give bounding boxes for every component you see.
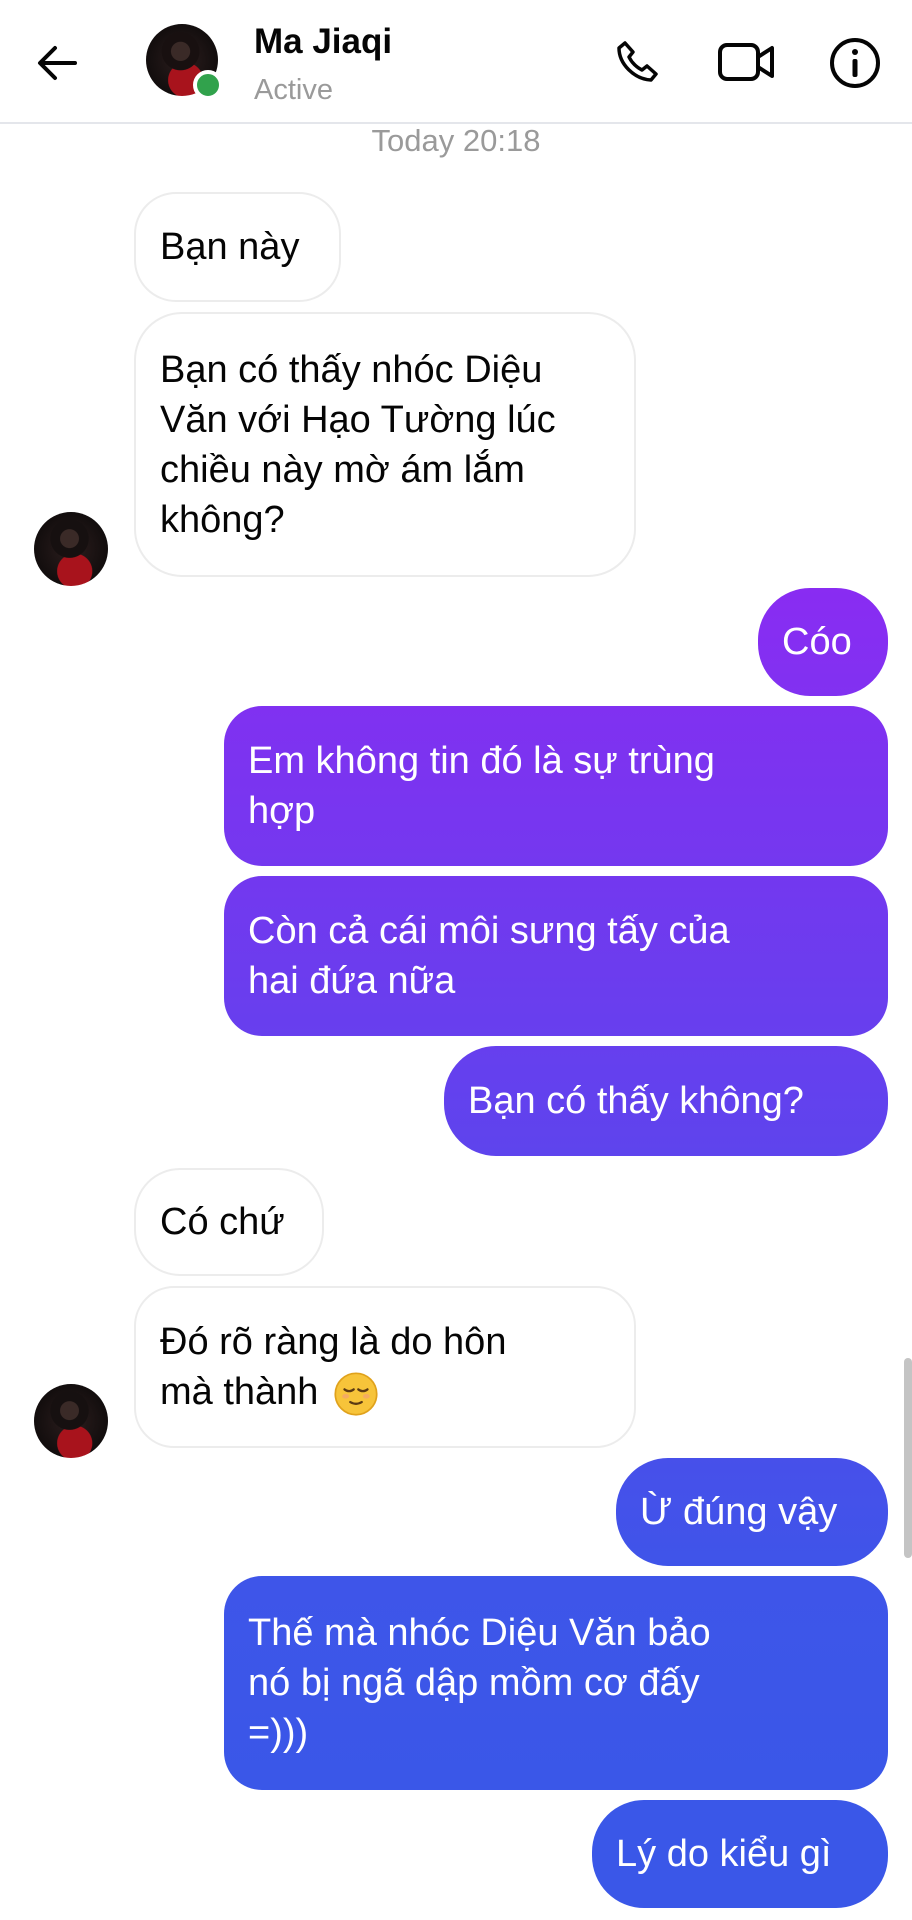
message-text: Thế mà nhóc Diệu Văn bảo nó bị ngã dập mồ… bbox=[248, 1608, 711, 1758]
scrollbar[interactable] bbox=[904, 1358, 912, 1558]
message-line: mà thành bbox=[160, 1367, 506, 1417]
video-call-button[interactable] bbox=[716, 34, 778, 90]
message-text: Cóo bbox=[782, 617, 852, 667]
message-line: Em không tin đó là sự trùng bbox=[248, 740, 715, 782]
message-line: Cóo bbox=[782, 621, 852, 663]
message-line: Bạn có thấy nhóc Diệu bbox=[160, 348, 543, 391]
message-line: Ừ đúng vậy bbox=[640, 1491, 838, 1533]
outgoing-message[interactable]: Lý do kiểu gì bbox=[592, 1800, 888, 1908]
outgoing-message[interactable]: Thế mà nhóc Diệu Văn bảo nó bị ngã dập mồ… bbox=[224, 1576, 888, 1790]
message-line: Bạn có thấy không? bbox=[468, 1080, 804, 1122]
message-line: =))) bbox=[248, 1712, 309, 1754]
message-text: Có chứ bbox=[160, 1197, 285, 1247]
outgoing-message[interactable]: Cóo bbox=[758, 588, 888, 696]
contact-status: Active bbox=[254, 74, 333, 106]
message-text: Bạn có thấy không? bbox=[468, 1076, 804, 1126]
back-button[interactable] bbox=[30, 36, 84, 90]
incoming-message[interactable]: Bạn có thấy nhóc Diệu Văn với Hạo Tường l… bbox=[134, 312, 636, 577]
message-text: Đó rõ ràng là do hôn mà thành bbox=[160, 1317, 506, 1417]
message-line: nó bị ngã dập mồm cơ đấy bbox=[248, 1662, 700, 1704]
message-line: Bạn này bbox=[160, 226, 300, 268]
message-text: Bạn có thấy nhóc Diệu Văn với Hạo Tường l… bbox=[160, 345, 556, 545]
message-line: Có chứ bbox=[160, 1201, 285, 1243]
outgoing-message[interactable]: Ừ đúng vậy bbox=[616, 1458, 888, 1566]
message-line: Đó rõ ràng là do hôn bbox=[160, 1321, 507, 1363]
message-text: Em không tin đó là sự trùng hợp bbox=[248, 736, 715, 836]
message-line: hai đứa nữa bbox=[248, 960, 456, 1002]
incoming-message[interactable]: Có chứ bbox=[134, 1168, 324, 1276]
relieved-face-emoji bbox=[334, 1372, 378, 1416]
sender-avatar[interactable] bbox=[34, 1384, 108, 1458]
info-icon bbox=[830, 38, 880, 88]
message-line: không? bbox=[160, 498, 285, 541]
online-indicator bbox=[193, 70, 223, 100]
info-button[interactable] bbox=[826, 34, 884, 92]
outgoing-message[interactable]: Bạn có thấy không? bbox=[444, 1046, 888, 1156]
message-line: hợp bbox=[248, 790, 316, 832]
call-button[interactable] bbox=[608, 34, 664, 90]
sender-avatar[interactable] bbox=[34, 512, 108, 586]
contact-name[interactable]: Ma Jiaqi bbox=[254, 22, 392, 62]
phone-icon bbox=[617, 41, 658, 82]
message-line: Còn cả cái môi sưng tấy của bbox=[248, 910, 730, 952]
chat-header: Ma Jiaqi Active bbox=[0, 0, 912, 124]
message-line: Thế mà nhóc Diệu Văn bảo bbox=[248, 1612, 711, 1654]
message-line: chiều này mờ ám lắm bbox=[160, 448, 525, 491]
message-text: Lý do kiểu gì bbox=[616, 1829, 831, 1879]
video-camera-icon bbox=[718, 43, 774, 81]
incoming-message[interactable]: Đó rõ ràng là do hôn mà thành bbox=[134, 1286, 636, 1448]
incoming-message[interactable]: Bạn này bbox=[134, 192, 341, 302]
message-text: Bạn này bbox=[160, 222, 299, 272]
arrow-left-icon bbox=[38, 46, 77, 80]
outgoing-message[interactable]: Em không tin đó là sự trùng hợp bbox=[224, 706, 888, 866]
message-text: Còn cả cái môi sưng tấy của hai đứa nữa bbox=[248, 906, 730, 1006]
message-line: Lý do kiểu gì bbox=[616, 1833, 832, 1875]
message-line: Văn với Hạo Tường lúc bbox=[160, 398, 556, 441]
message-text: Ừ đúng vậy bbox=[640, 1487, 837, 1537]
message-timestamp: Today 20:18 bbox=[371, 123, 541, 158]
outgoing-message[interactable]: Còn cả cái môi sưng tấy của hai đứa nữa bbox=[224, 876, 888, 1036]
